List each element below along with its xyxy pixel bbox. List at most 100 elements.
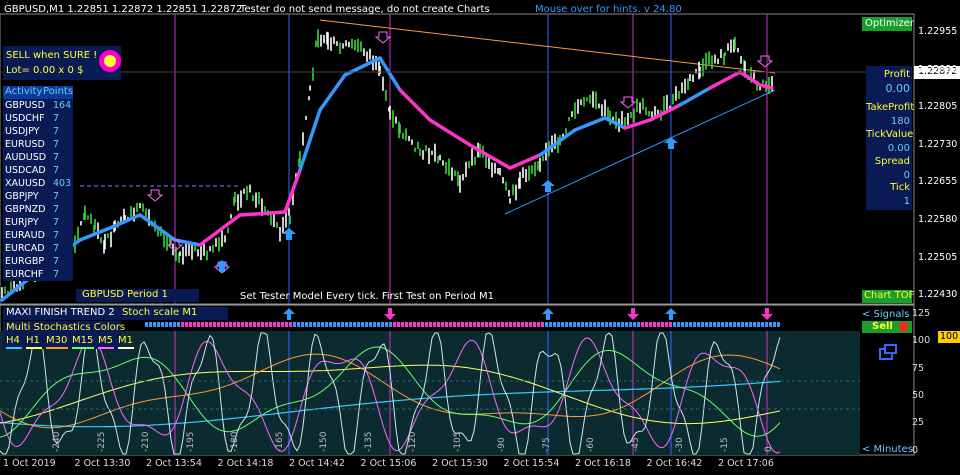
price-tick-label: 1.22655 bbox=[918, 176, 958, 188]
time-tick-label: 2 Oct 14:42 bbox=[289, 458, 345, 469]
strip-buy-arrow-icon bbox=[283, 308, 295, 320]
signal-strip-cell bbox=[241, 322, 244, 327]
symbol-row[interactable]: EURCAD 7 bbox=[3, 242, 73, 255]
stoch-x-tick: -195 bbox=[185, 431, 196, 452]
lot-text: Lot= 0.00 x 0 $ bbox=[6, 65, 84, 76]
timeframe-label: M30 bbox=[46, 335, 68, 346]
signal-strip-cell bbox=[573, 322, 576, 327]
timeframe-label: H1 bbox=[26, 335, 40, 346]
signal-strip-cell bbox=[525, 322, 528, 327]
stoch-x-tick: -210 bbox=[141, 431, 151, 452]
stoch-x-tick: -240 bbox=[52, 431, 62, 452]
signal-strip-cell bbox=[229, 322, 232, 327]
points-label: Points bbox=[43, 86, 74, 97]
symbol-row[interactable]: USDCAD 7 bbox=[3, 164, 73, 177]
hint-text[interactable]: Mouse over for hints. v 24.80 bbox=[535, 4, 682, 16]
signals-label[interactable]: < Signals bbox=[862, 309, 910, 321]
stoch-x-tick: -165 bbox=[274, 431, 285, 452]
signal-strip-cell bbox=[385, 322, 388, 327]
signal-strip-cell bbox=[609, 322, 612, 327]
symbol-row[interactable]: USDJPY 7 bbox=[3, 125, 73, 138]
symbol-points: 7 bbox=[53, 243, 60, 254]
signal-strip-cell bbox=[537, 322, 540, 327]
signal-strip-cell bbox=[705, 322, 708, 327]
sell-badge: Sell bbox=[862, 320, 912, 333]
signal-strip-cell bbox=[593, 322, 596, 327]
signal-strip-cell bbox=[485, 322, 488, 327]
strip-buy-arrow-icon bbox=[542, 308, 554, 320]
signal-strip-cell bbox=[729, 322, 732, 327]
strip-sell-arrow-icon bbox=[627, 308, 639, 320]
signal-strip-cell bbox=[761, 322, 764, 327]
symbol-row[interactable]: EURAUD 7 bbox=[3, 229, 73, 242]
signal-strip-cell bbox=[681, 322, 684, 327]
optimizer-button[interactable]: Optimizer bbox=[862, 17, 914, 31]
signal-strip-cell bbox=[577, 322, 580, 327]
signal-strip-cell bbox=[225, 322, 228, 327]
chart-canvas bbox=[0, 13, 915, 456]
signal-strip-cell bbox=[753, 322, 756, 327]
signal-strip-cell bbox=[493, 322, 496, 327]
time-tick-label: 2 Oct 15:30 bbox=[432, 458, 488, 469]
timeframe-color-bar bbox=[98, 347, 114, 349]
timeframe-label: H4 bbox=[6, 335, 20, 346]
symbol-name: EURGBP bbox=[5, 256, 45, 267]
signal-strip-cell bbox=[369, 322, 372, 327]
signal-strip-cell bbox=[233, 322, 236, 327]
strip-buy-arrow-icon bbox=[665, 308, 677, 320]
smiley-icon[interactable] bbox=[99, 50, 121, 72]
symbol-name: USDCAD bbox=[5, 165, 46, 176]
symbol-row[interactable]: GBPUSD 164 bbox=[3, 99, 73, 112]
stoch-y-tick: 75 bbox=[912, 362, 925, 374]
symbol-row[interactable]: GBPNZD 7 bbox=[3, 203, 73, 216]
signal-strip-cell bbox=[405, 322, 408, 327]
signal-strip-cell bbox=[149, 322, 152, 327]
windows-icon[interactable] bbox=[879, 344, 897, 360]
signal-strip-cell bbox=[717, 322, 720, 327]
timeframe-color-bar bbox=[6, 347, 22, 349]
minutes-label[interactable]: < Minutes bbox=[862, 444, 913, 456]
signal-strip-cell bbox=[661, 322, 664, 327]
symbol-name: EURAUD bbox=[5, 230, 45, 241]
signal-strip-cell bbox=[317, 322, 320, 327]
signal-strip-cell bbox=[693, 322, 696, 327]
symbol-row[interactable]: EURUSD 7 bbox=[3, 138, 73, 151]
symbol-row[interactable]: GBPJPY 7 bbox=[3, 190, 73, 203]
chart-tof-button[interactable]: Chart TOF bbox=[862, 290, 914, 303]
symbol-row[interactable]: USDCHF 7 bbox=[3, 112, 73, 125]
symbol-row[interactable]: EURGBP 7 bbox=[3, 255, 73, 268]
timeframe-label: M15 bbox=[72, 335, 94, 346]
symbol-name: USDJPY bbox=[5, 126, 40, 137]
signal-strip-cell bbox=[733, 322, 736, 327]
signal-strip-cell bbox=[677, 322, 680, 327]
signal-strip-cell bbox=[685, 322, 688, 327]
signal-strip-cell bbox=[481, 322, 484, 327]
symbol-row[interactable]: AUDUSD 7 bbox=[3, 151, 73, 164]
signal-strip-cell bbox=[617, 322, 620, 327]
signal-strip-cell bbox=[181, 322, 184, 327]
signal-strip-cell bbox=[517, 322, 520, 327]
symbol-row[interactable]: EURJPY 7 bbox=[3, 216, 73, 229]
buy-arrow-icon bbox=[282, 228, 296, 240]
signal-strip-cell bbox=[425, 322, 428, 327]
stoch-x-tick: -150 bbox=[319, 431, 329, 452]
signal-strip-cell bbox=[757, 322, 760, 327]
signal-strip-cell bbox=[381, 322, 384, 327]
signal-strip-cell bbox=[725, 322, 728, 327]
symbol-name: GBPUSD bbox=[5, 100, 45, 111]
symbol-row[interactable]: XAUUSD 403 bbox=[3, 177, 73, 190]
trend-ma-segment bbox=[398, 88, 432, 122]
signal-strip-cell bbox=[353, 322, 356, 327]
signal-strip-cell bbox=[357, 322, 360, 327]
time-tick-label: 2 Oct 13:54 bbox=[146, 458, 202, 469]
signal-strip-cell bbox=[169, 322, 172, 327]
symbol-row[interactable]: EURCHF 7 bbox=[3, 268, 73, 281]
signal-strip-cell bbox=[509, 322, 512, 327]
symbol-name: EURCAD bbox=[5, 243, 45, 254]
profit-label: Profit bbox=[883, 69, 910, 80]
signal-strip-cell bbox=[581, 322, 584, 327]
signal-strip-cell bbox=[421, 322, 424, 327]
signal-strip-cell bbox=[449, 322, 452, 327]
timeframe-color-bar bbox=[26, 347, 42, 349]
time-tick-label: 2 Oct 16:18 bbox=[575, 458, 631, 469]
